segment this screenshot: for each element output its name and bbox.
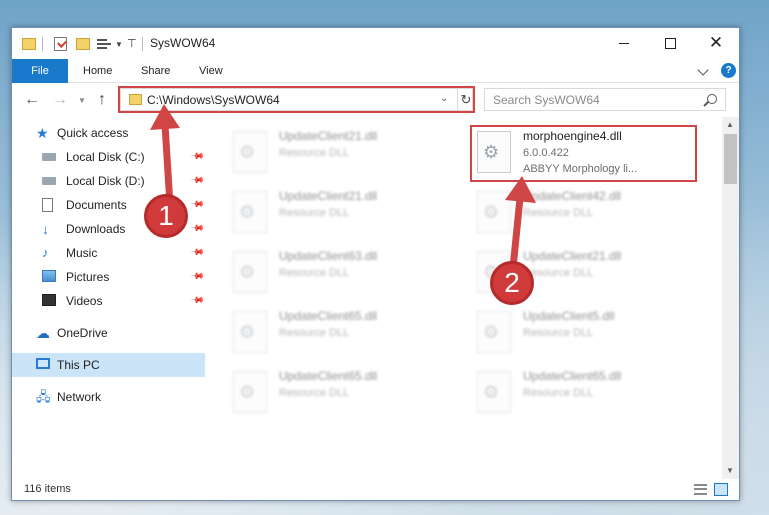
arrow-2 — [505, 176, 536, 269]
arrow-1 — [150, 104, 180, 206]
step-2-badge: 2 — [490, 261, 534, 305]
step-1-badge: 1 — [144, 194, 188, 238]
annotation-arrows — [150, 104, 536, 269]
